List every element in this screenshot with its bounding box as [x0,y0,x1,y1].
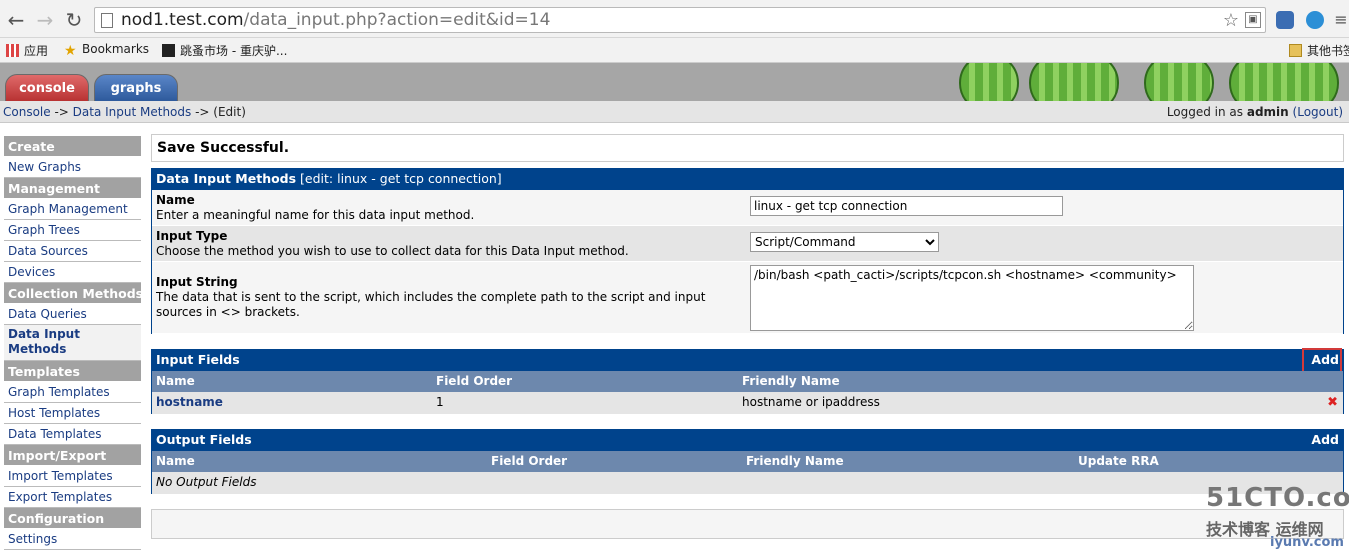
sidebar-item-data-queries[interactable]: Data Queries [4,304,141,325]
sidebar-header-configuration: Configuration [4,508,141,529]
sidebar-item-data-input-methods[interactable]: Data Input Methods [4,325,141,361]
bookmark-apps[interactable]: 应用 [6,42,48,59]
tab-graphs[interactable]: graphs [94,74,178,101]
output-fields-column-headers: Name Field Order Friendly Name Update RR… [152,451,1343,472]
bookmark-folder[interactable]: ★ Bookmarks [64,42,149,58]
bookmarks-bar: 应用 ★Bookmarks 跳蚤市场 - 重庆驴... 其他书签 [0,38,1349,63]
apps-icon [6,44,19,57]
sidebar-item-export-templates[interactable]: Export Templates [4,487,141,508]
bookmark-star-icon[interactable]: ☆ [1223,10,1239,31]
sidebar-item-data-templates[interactable]: Data Templates [4,424,141,445]
extension-icon[interactable] [1276,11,1294,29]
breadcrumb-bar: Console -> Data Input Methods -> (Edit) … [0,101,1349,123]
cactus-logo [959,63,1349,101]
input-type-row: Input Type Choose the method you wish to … [152,226,1343,262]
star-icon: ★ [64,43,77,59]
name-input[interactable] [750,196,1063,216]
sidebar: Create New Graphs Management Graph Manageme… [4,136,143,550]
breadcrumb-current: (Edit) [213,105,246,119]
login-status: Logged in as admin (Logout) [1166,105,1343,119]
forward-icon[interactable]: → [34,9,56,31]
breadcrumb-data-input-methods[interactable]: Data Input Methods [73,105,192,119]
field-name-link[interactable]: hostname [156,392,223,413]
add-output-field-link[interactable]: Add [1311,430,1339,450]
breadcrumb: Console -> Data Input Methods -> (Edit) [3,105,246,119]
input-string-textarea[interactable]: /bin/bash <path_cacti>/scripts/tcpcon.sh… [750,265,1194,331]
sidebar-item-graph-templates[interactable]: Graph Templates [4,382,141,403]
extension-icon[interactable] [1306,11,1324,29]
output-fields-header: Output Fields Add [152,430,1343,451]
bookmark-link[interactable]: 跳蚤市场 - 重庆驴... [162,42,287,59]
address-bar[interactable]: nod1.test.com/data_input.php?action=edit… [94,7,1266,33]
form-header: Data Input Methods [edit: linux - get tc… [152,169,1343,190]
cacti-header: console graphs [0,63,1349,101]
name-row: Name Enter a meaningful name for this dat… [152,190,1343,226]
sidebar-header-create: Create [4,136,141,157]
username: admin [1246,105,1289,119]
form-footer [151,509,1344,539]
sidebar-item-data-sources[interactable]: Data Sources [4,241,141,262]
sidebar-header-templates: Templates [4,361,141,382]
tab-console[interactable]: console [5,74,89,101]
reload-icon[interactable]: ↻ [63,9,85,31]
back-icon[interactable]: ← [5,9,27,31]
empty-message: No Output Fields [156,475,257,489]
highlight-box [1302,348,1342,373]
input-fields-header: Input Fields Add [152,348,1343,373]
delete-icon[interactable]: ✖ [1327,392,1338,413]
sidebar-item-graph-management[interactable]: Graph Management [4,199,141,220]
page-icon [101,13,113,28]
sidebar-item-host-templates[interactable]: Host Templates [4,403,141,424]
sidebar-item-new-graphs[interactable]: New Graphs [4,157,141,178]
folder-icon [1289,44,1302,57]
sidebar-item-import-templates[interactable]: Import Templates [4,466,141,487]
sidebar-item-graph-trees[interactable]: Graph Trees [4,220,141,241]
watermark: 51CTO.com 技术博客 运维网 iyunv.com [1206,483,1349,550]
sidebar-header-import-export: Import/Export [4,445,141,466]
data-input-method-form: Data Input Methods [edit: linux - get tc… [151,168,1344,334]
sidebar-item-devices[interactable]: Devices [4,262,141,283]
url-text: nod1.test.com/data_input.php?action=edit… [121,10,551,30]
browser-toolbar: ← → ↻ nod1.test.com/data_input.php?actio… [0,0,1349,38]
menu-icon[interactable]: ≡ [1330,9,1349,31]
sidebar-item-settings[interactable]: Settings [4,529,141,550]
translate-icon[interactable]: ▣ [1245,12,1261,28]
logout-link[interactable]: (Logout) [1293,105,1343,119]
breadcrumb-console[interactable]: Console [3,105,51,119]
input-fields-table: Input Fields Add Name Field Order Friendl… [151,348,1344,414]
sidebar-header-collection-methods: Collection Methods [4,283,143,304]
input-fields-column-headers: Name Field Order Friendly Name [152,371,1343,392]
input-string-row: Input String The data that is sent to the… [152,262,1343,334]
table-row: hostname 1 hostname or ipaddress ✖ [152,392,1343,414]
table-row: No Output Fields [152,472,1343,494]
sidebar-header-management: Management [4,178,141,199]
other-bookmarks[interactable]: 其他书签 [1289,42,1349,59]
save-message: Save Successful. [151,134,1344,162]
output-fields-table: Output Fields Add Name Field Order Friend… [151,429,1344,494]
input-type-select[interactable]: Script/Command [750,232,939,252]
site-icon [162,44,175,57]
